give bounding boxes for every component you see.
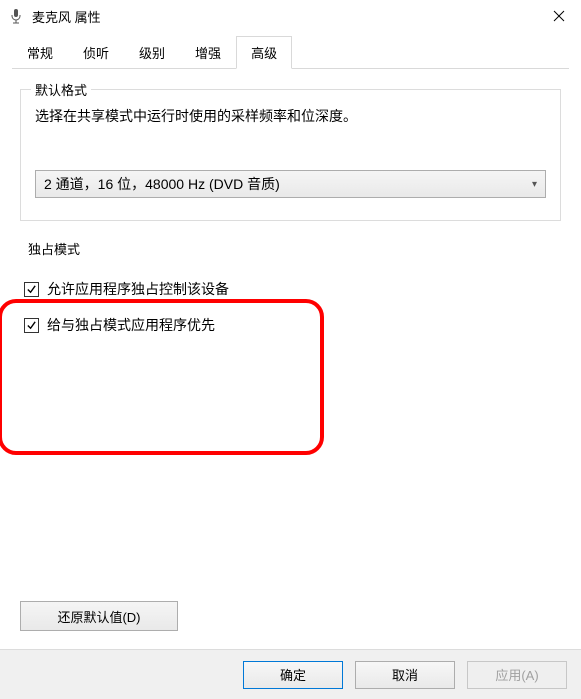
checkbox-box: [24, 318, 39, 333]
check-icon: [26, 284, 37, 295]
default-format-description: 选择在共享模式中运行时使用的采样频率和位深度。: [35, 106, 546, 126]
tab-general[interactable]: 常规: [12, 36, 68, 69]
ok-label: 确定: [280, 665, 306, 684]
apply-button: 应用(A): [467, 661, 567, 689]
tab-listen[interactable]: 侦听: [68, 36, 124, 69]
sample-format-row: 2 通道，16 位，48000 Hz (DVD 音质) ▾: [35, 170, 546, 198]
ok-button[interactable]: 确定: [243, 661, 343, 689]
check-icon: [26, 320, 37, 331]
checkbox-exclusive-priority[interactable]: 给与独占模式应用程序优先: [24, 315, 557, 335]
tab-advanced[interactable]: 高级: [236, 36, 292, 69]
cancel-label: 取消: [392, 665, 418, 684]
checkbox-label: 允许应用程序独占控制该设备: [47, 279, 229, 299]
sample-format-value: 2 通道，16 位，48000 Hz (DVD 音质): [44, 174, 280, 194]
group-exclusive-mode: 独占模式 允许应用程序独占控制该设备 给与独占模式应用程序优先: [20, 249, 561, 343]
titlebar: 麦克风 属性: [0, 0, 581, 32]
tab-panel-advanced: 默认格式 选择在共享模式中运行时使用的采样频率和位深度。 2 通道，16 位，4…: [0, 69, 581, 649]
tabs: 常规 侦听 级别 增强 高级: [0, 32, 581, 69]
restore-defaults-label: 还原默认值(D): [57, 607, 140, 626]
tab-levels[interactable]: 级别: [124, 36, 180, 69]
group-default-format-legend: 默认格式: [31, 80, 91, 99]
window-title: 麦克风 属性: [32, 7, 536, 26]
group-default-format: 默认格式 选择在共享模式中运行时使用的采样频率和位深度。 2 通道，16 位，4…: [20, 89, 561, 221]
apply-label: 应用(A): [495, 665, 538, 684]
checkbox-allow-exclusive[interactable]: 允许应用程序独占控制该设备: [24, 279, 557, 299]
microphone-icon: [8, 8, 24, 24]
checkbox-box: [24, 282, 39, 297]
checkbox-label: 给与独占模式应用程序优先: [47, 315, 215, 335]
tab-enhancements[interactable]: 增强: [180, 36, 236, 69]
group-exclusive-mode-legend: 独占模式: [24, 239, 84, 258]
sample-format-select[interactable]: 2 通道，16 位，48000 Hz (DVD 音质) ▾: [35, 170, 546, 198]
restore-defaults-button[interactable]: 还原默认值(D): [20, 601, 178, 631]
close-button[interactable]: [536, 0, 581, 32]
close-icon: [553, 10, 565, 22]
dialog-button-bar: 确定 取消 应用(A): [0, 649, 581, 699]
chevron-down-icon: ▾: [532, 179, 537, 190]
cancel-button[interactable]: 取消: [355, 661, 455, 689]
